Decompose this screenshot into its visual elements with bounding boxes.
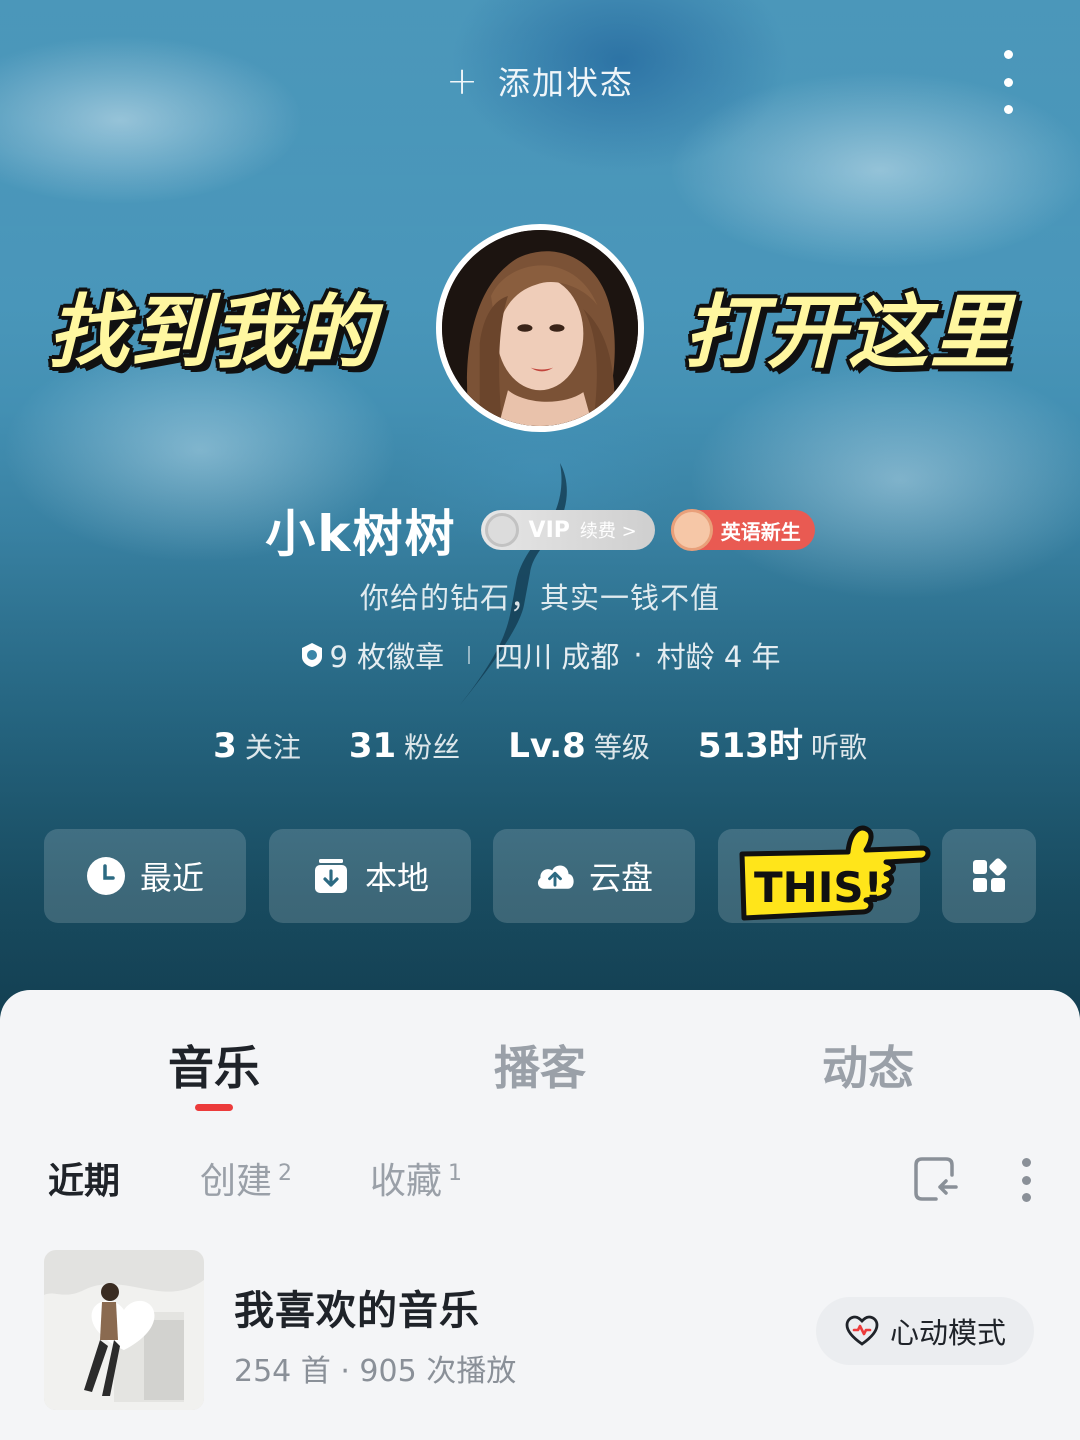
vip-badge[interactable]: VIP 续费 > [480,510,655,550]
subtab-count: 1 [448,1161,463,1186]
subtab-count: 2 [278,1161,293,1186]
vip-label: VIP [528,517,570,543]
tab-music[interactable]: 音乐 [124,1032,304,1098]
stat-label: 等级 [593,731,650,764]
meta-dot: · [633,638,643,672]
stat-label: 粉丝 [404,731,461,764]
main-tabs: 音乐 播客 动态 [0,1032,1080,1112]
subtab-label: 收藏 [370,1161,443,1202]
subtab-label: 近期 [48,1161,121,1202]
overlay-banner-right: 打开这里 [684,286,1012,379]
stat-number: Lv.8 [508,726,586,766]
cloud-label: 云盘 [588,859,653,897]
badges-link[interactable]: 9 枚徽章 [300,634,445,676]
clock-icon [86,857,125,895]
stat-followers[interactable]: 31 粉丝 [349,726,460,766]
heart-pulse-icon [845,1315,879,1346]
subtab-created[interactable]: 创建 2 [200,1152,292,1204]
list-item-liked-music[interactable]: 我喜欢的音乐 254 首 · 905 次播放 心动模式 [44,1250,1036,1410]
subtab-recent[interactable]: 近期 [48,1152,120,1204]
avatar-portrait [442,230,638,426]
stats-row: 3 关注 31 粉丝 Lv.8 等级 513时 听歌 [0,718,1080,767]
stat-number: 31 [348,726,397,766]
vip-renew-label: 续费 > [579,521,637,542]
profile-meta-row: 9 枚徽章 四川 成都 · 村龄 4 年 [0,634,1080,676]
stat-label: 听歌 [810,731,867,764]
local-button[interactable]: 本地 [269,829,471,923]
profile-signature: 你给的钻石，其实一钱不值 [359,581,720,615]
profile-name-row: 小k树树 VIP 续费 > 英语新生 [0,495,1080,565]
stat-label: 关注 [244,731,301,764]
username: 小k树树 [265,505,457,563]
playlist-subtitle: 254 首 · 905 次播放 [234,1354,517,1389]
plus-icon: + [446,59,480,103]
more-vertical-icon[interactable] [996,50,1020,114]
heart-mode-label: 心动模式 [889,1316,1006,1350]
playlist-title: 我喜欢的音乐 [234,1288,480,1334]
download-box-icon [314,859,347,893]
playlist-cover [44,1250,204,1410]
stat-following[interactable]: 3 关注 [213,726,301,766]
overlay-banner-left: 找到我的 [48,286,376,379]
avatar[interactable] [436,224,644,432]
level-tag-badge[interactable]: 英语新生 [670,509,815,551]
this-label: THIS! [754,863,883,912]
add-status-label: 添加状态 [497,64,634,102]
stat-number: 3 [213,726,237,766]
cloud-button[interactable]: 云盘 [493,829,695,923]
recent-label: 最近 [139,859,204,897]
add-status-button[interactable]: + 添加状态 [0,58,1080,104]
village-age: 村龄 4 年 [656,640,781,674]
heart-mode-button[interactable]: 心动模式 [816,1297,1034,1365]
local-label: 本地 [364,859,429,897]
active-tab-indicator [195,1104,233,1111]
tag-avatar-icon [670,509,713,551]
badges-count: 9 枚徽章 [329,640,445,674]
cloud-upload-icon [537,865,574,889]
tab-moments[interactable]: 动态 [778,1032,958,1098]
more-options-icon[interactable] [1020,1158,1032,1202]
profile-header-background[interactable]: + 添加状态 找到我的 打开这里 小k树树 VIP 续费 > 英语新生 你给的钻… [0,0,1080,1020]
recent-button[interactable]: 最近 [44,829,246,923]
import-playlist-icon[interactable] [912,1155,960,1203]
meta-divider [468,646,471,664]
grid-icon [973,858,1007,892]
subtab-label: 创建 [200,1161,273,1202]
more-apps-button[interactable] [942,829,1036,923]
stat-level[interactable]: Lv.8 等级 [508,726,650,766]
medal-icon [301,643,322,667]
tag-label: 英语新生 [720,519,801,544]
stat-number: 513时 [697,726,803,766]
location: 四川 成都 [494,640,620,674]
subtab-collected[interactable]: 收藏 1 [370,1152,462,1204]
tab-podcast[interactable]: 播客 [450,1032,630,1098]
this-pointer-sticker: THIS! [739,825,931,921]
vinyl-disc-icon [484,513,519,547]
stat-listening-time[interactable]: 513时 听歌 [698,718,867,767]
playlist-subtabs: 近期 创建 2 收藏 1 [48,1152,1048,1208]
cover-art [44,1250,204,1410]
